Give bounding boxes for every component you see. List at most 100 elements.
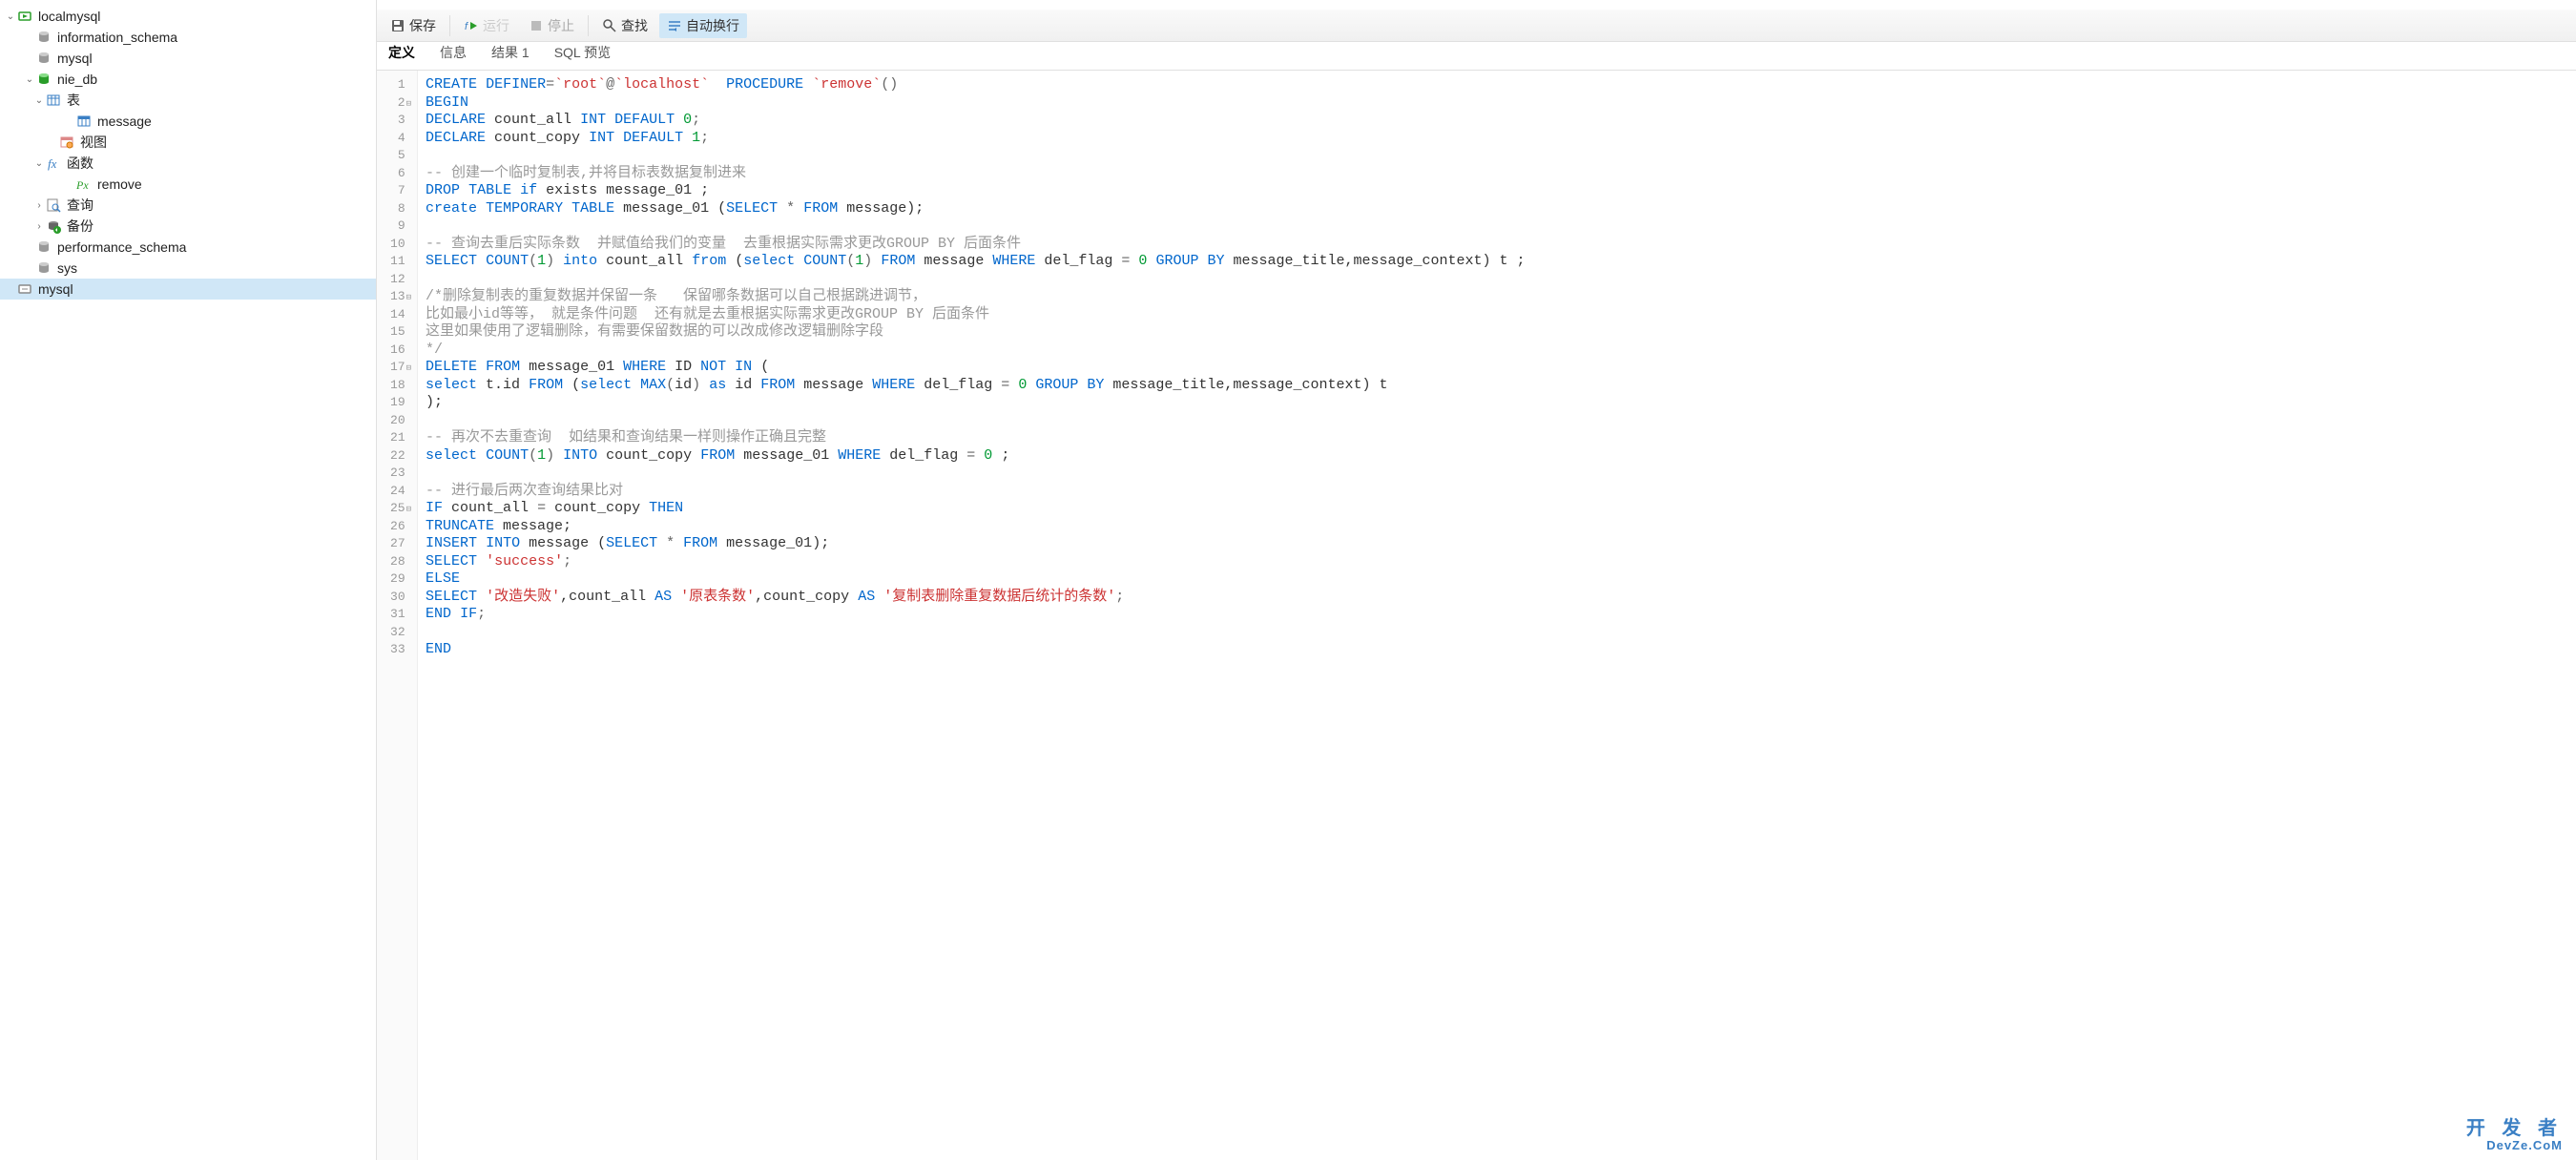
- save-label: 保存: [409, 16, 436, 35]
- code-line[interactable]: DECLARE count_copy INT DEFAULT 1;: [426, 130, 1526, 148]
- code-line[interactable]: ELSE: [426, 570, 1526, 589]
- tree-item-nie_db[interactable]: ⌄ nie_db: [0, 69, 376, 90]
- sub-tab[interactable]: 信息: [436, 37, 470, 70]
- line-number: 20: [390, 412, 411, 430]
- code-line[interactable]: [426, 412, 1526, 430]
- tree-item-sys[interactable]: sys: [0, 258, 376, 279]
- search-icon: [602, 18, 617, 33]
- expander-icon[interactable]: ›: [32, 198, 46, 212]
- tree-item-localmysql[interactable]: ⌄ localmysql: [0, 6, 376, 27]
- expander-icon[interactable]: ⌄: [4, 10, 17, 23]
- line-number: 9: [390, 218, 411, 236]
- line-number: 18: [390, 377, 411, 395]
- line-number: 4: [390, 130, 411, 148]
- expander-icon[interactable]: ›: [32, 219, 46, 233]
- tree-item-information_schema[interactable]: information_schema: [0, 27, 376, 48]
- tree-item-mysql[interactable]: mysql: [0, 279, 376, 300]
- code-line[interactable]: SELECT 'success';: [426, 553, 1526, 571]
- code-content[interactable]: CREATE DEFINER=`root`@`localhost` PROCED…: [418, 71, 1533, 1160]
- tree-label: 查询: [67, 196, 93, 215]
- run-button[interactable]: f 运行: [456, 13, 517, 38]
- save-button[interactable]: 保存: [383, 13, 444, 38]
- code-line[interactable]: TRUNCATE message;: [426, 518, 1526, 536]
- tree-label: message: [97, 114, 152, 129]
- tree-label: 视图: [80, 133, 107, 152]
- query-icon: [46, 197, 61, 213]
- code-line[interactable]: /*删除复制表的重复数据并保留一条 保留哪条数据可以自己根据跳进调节，: [426, 288, 1526, 306]
- code-line[interactable]: END: [426, 641, 1526, 659]
- sub-tab[interactable]: 定义: [384, 37, 419, 70]
- code-line[interactable]: SELECT COUNT(1) into count_all from (sel…: [426, 253, 1526, 271]
- sub-tab[interactable]: 结果 1: [488, 37, 533, 70]
- code-line[interactable]: [426, 624, 1526, 642]
- find-button[interactable]: 查找: [594, 13, 655, 38]
- line-number: 13⊟: [390, 288, 411, 306]
- procedure-icon: Px: [76, 176, 92, 192]
- tree-item-视图[interactable]: 视图: [0, 132, 376, 153]
- svg-text:fx: fx: [48, 156, 57, 171]
- code-line[interactable]: [426, 218, 1526, 236]
- tree-item-表[interactable]: ⌄ 表: [0, 90, 376, 111]
- code-line[interactable]: select COUNT(1) INTO count_copy FROM mes…: [426, 447, 1526, 466]
- watermark-line2: DevZe.CoM: [2466, 1139, 2563, 1152]
- view-icon: [59, 135, 74, 150]
- tree-item-mysql[interactable]: mysql: [0, 48, 376, 69]
- code-line[interactable]: -- 查询去重后实际条数 并赋值给我们的变量 去重根据实际需求更改GROUP B…: [426, 236, 1526, 254]
- run-label: 运行: [483, 16, 509, 35]
- code-line[interactable]: -- 进行最后两次查询结果比对: [426, 483, 1526, 501]
- line-number: 31: [390, 606, 411, 624]
- code-line[interactable]: */: [426, 342, 1526, 360]
- line-number: 7: [390, 182, 411, 200]
- tree-label: nie_db: [57, 72, 97, 87]
- tree-item-函数[interactable]: ⌄ fx 函数: [0, 153, 376, 174]
- tree-label: 表: [67, 91, 80, 110]
- line-number: 14: [390, 306, 411, 324]
- code-line[interactable]: 这里如果使用了逻辑删除，有需要保留数据的可以改成修改逻辑删除字段: [426, 323, 1526, 342]
- tree-label: sys: [57, 260, 77, 276]
- line-number: 32: [390, 624, 411, 642]
- code-line[interactable]: DELETE FROM message_01 WHERE ID NOT IN (: [426, 359, 1526, 377]
- code-line[interactable]: INSERT INTO message (SELECT * FROM messa…: [426, 535, 1526, 553]
- svg-text:f: f: [465, 21, 468, 32]
- code-line[interactable]: DECLARE count_all INT DEFAULT 0;: [426, 112, 1526, 130]
- expander-icon[interactable]: ⌄: [23, 72, 36, 86]
- sub-tab[interactable]: SQL 预览: [551, 37, 614, 70]
- expander-icon[interactable]: ⌄: [32, 93, 46, 107]
- code-line[interactable]: );: [426, 394, 1526, 412]
- code-line[interactable]: END IF;: [426, 606, 1526, 624]
- line-number: 10: [390, 236, 411, 254]
- wrap-button[interactable]: 自动换行: [659, 13, 747, 38]
- code-line[interactable]: create TEMPORARY TABLE message_01 (SELEC…: [426, 200, 1526, 218]
- database-icon: [36, 51, 52, 66]
- database-tree[interactable]: ⌄ localmysql information_schema mysql ⌄ …: [0, 0, 377, 1160]
- separator: [449, 15, 450, 36]
- code-line[interactable]: IF count_all = count_copy THEN: [426, 500, 1526, 518]
- code-line[interactable]: DROP TABLE if exists message_01 ;: [426, 182, 1526, 200]
- code-line[interactable]: SELECT '改造失败',count_all AS '原表条数',count_…: [426, 589, 1526, 607]
- code-line[interactable]: -- 创建一个临时复制表,并将目标表数据复制进来: [426, 165, 1526, 183]
- tree-item-remove[interactable]: Px remove: [0, 174, 376, 195]
- code-line[interactable]: [426, 147, 1526, 165]
- tab-bar[interactable]: [377, 0, 2576, 10]
- line-number: 17⊟: [390, 359, 411, 377]
- code-editor[interactable]: 1 2⊟3 4 5 6 7 8 9 10 11 12 13⊟14 15 16 1…: [377, 71, 2576, 1160]
- find-label: 查找: [621, 16, 648, 35]
- sub-tabs: 定义信息结果 1SQL 预览: [377, 42, 2576, 71]
- code-line[interactable]: -- 再次不去重查询 如结果和查询结果一样则操作正确且完整: [426, 429, 1526, 447]
- expander-icon[interactable]: ⌄: [32, 156, 46, 170]
- tree-label: information_schema: [57, 30, 177, 45]
- connection-active-icon: [17, 9, 32, 24]
- code-line[interactable]: [426, 271, 1526, 289]
- tree-item-performance_schema[interactable]: performance_schema: [0, 237, 376, 258]
- code-line[interactable]: 比如最小id等等， 就是条件问题 还有就是去重根据实际需求更改GROUP BY …: [426, 306, 1526, 324]
- code-line[interactable]: BEGIN: [426, 94, 1526, 113]
- code-line[interactable]: CREATE DEFINER=`root`@`localhost` PROCED…: [426, 76, 1526, 94]
- code-line[interactable]: [426, 465, 1526, 483]
- stop-label: 停止: [548, 16, 574, 35]
- tree-item-message[interactable]: message: [0, 111, 376, 132]
- database-active-icon: [36, 72, 52, 87]
- tree-item-查询[interactable]: › 查询: [0, 195, 376, 216]
- line-number: 27: [390, 535, 411, 553]
- code-line[interactable]: select t.id FROM (select MAX(id) as id F…: [426, 377, 1526, 395]
- tree-item-备份[interactable]: › 备份: [0, 216, 376, 237]
